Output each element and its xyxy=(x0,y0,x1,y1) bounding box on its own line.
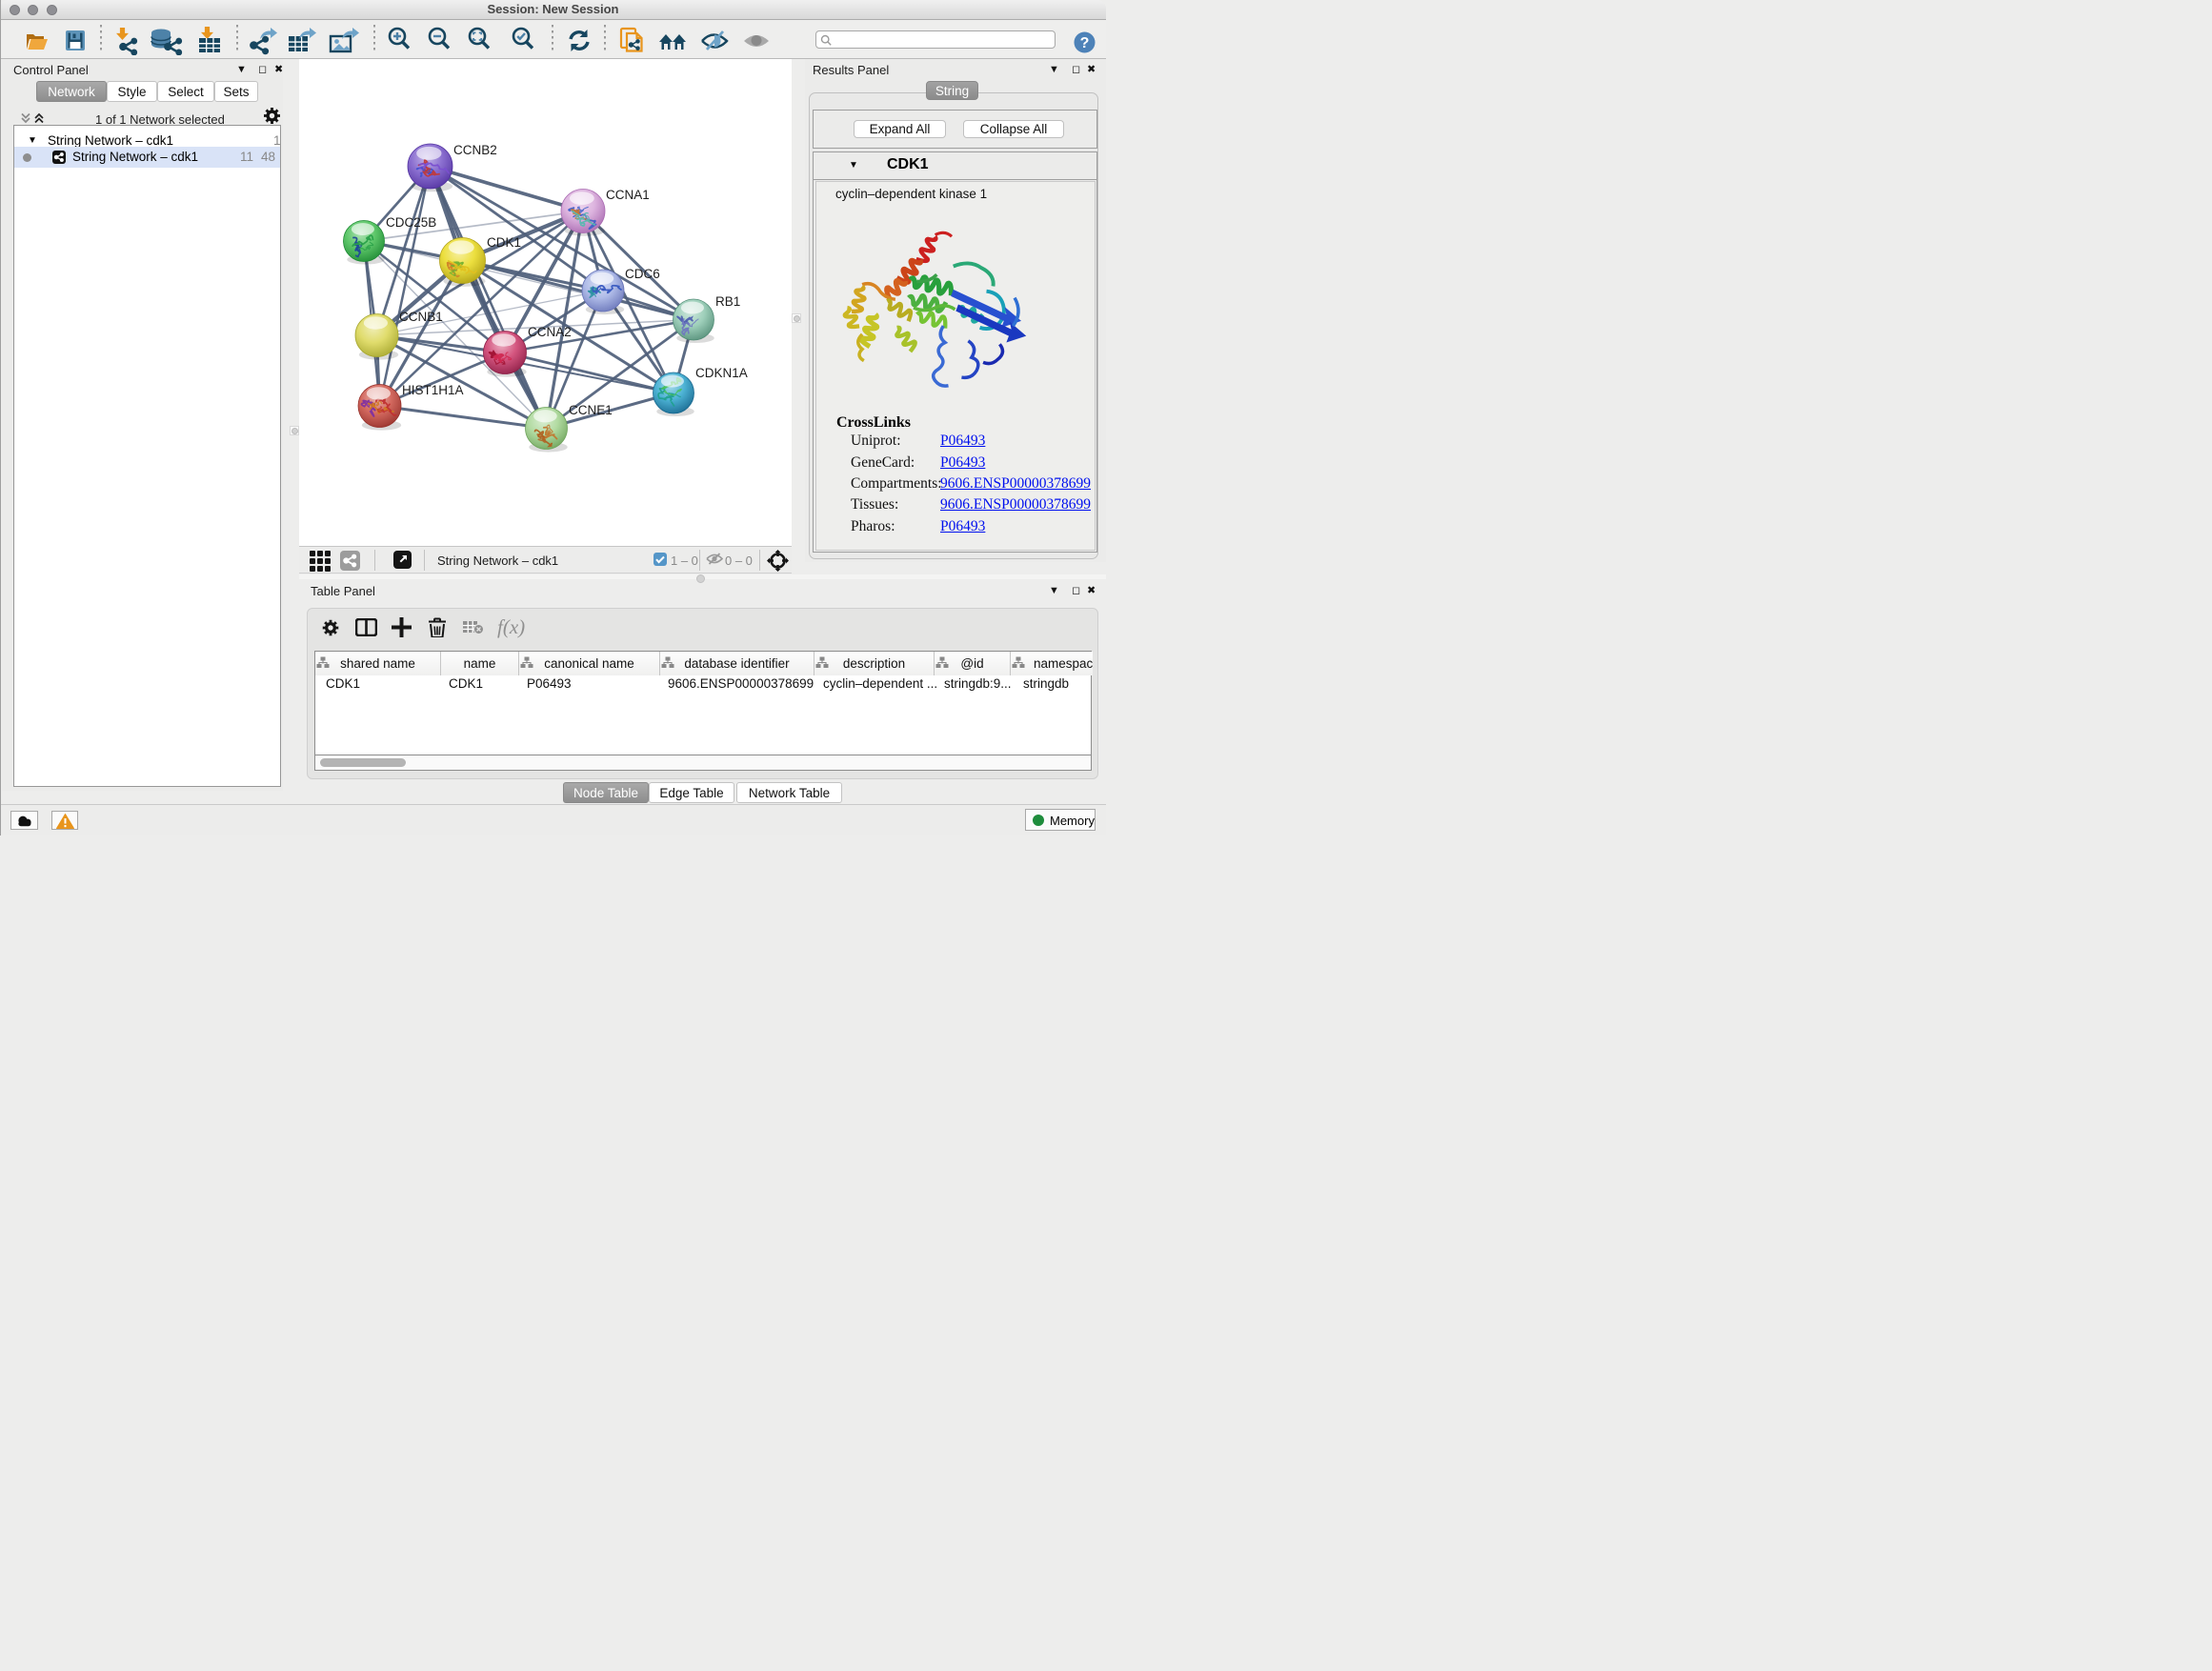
svg-text:CDC25B: CDC25B xyxy=(386,215,436,230)
svg-text:CCNA1: CCNA1 xyxy=(606,188,650,202)
svg-text:CDK1: CDK1 xyxy=(487,235,521,250)
svg-text:?: ? xyxy=(1080,35,1090,51)
svg-text:CDC6: CDC6 xyxy=(625,267,660,281)
svg-text:RB1: RB1 xyxy=(715,294,740,309)
svg-text:CDKN1A: CDKN1A xyxy=(695,366,748,380)
svg-text:CCNE1: CCNE1 xyxy=(569,403,613,417)
svg-text:CCNB2: CCNB2 xyxy=(453,143,497,157)
svg-text:CCNB1: CCNB1 xyxy=(399,310,443,324)
svg-text:CCNA2: CCNA2 xyxy=(528,325,572,339)
svg-text:HIST1H1A: HIST1H1A xyxy=(402,383,464,397)
